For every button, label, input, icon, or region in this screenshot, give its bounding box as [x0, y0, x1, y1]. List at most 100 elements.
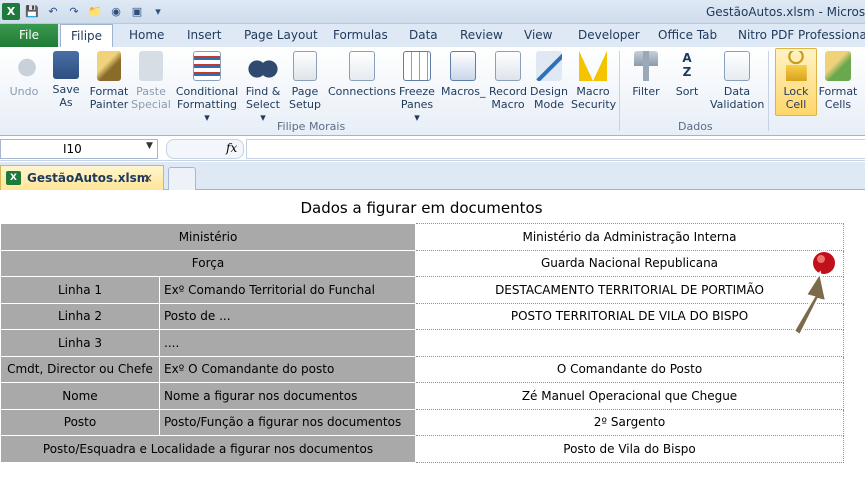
row-hint-cell[interactable]: Posto/Função a figurar nos documentos: [159, 408, 416, 436]
formula-input[interactable]: [246, 139, 865, 159]
page-setup-icon: [293, 51, 317, 81]
value-cell[interactable]: 2º Sargento: [415, 408, 844, 436]
window-title: GestãoAutos.xlsm - Microsoft: [706, 5, 865, 19]
quick-access-toolbar: X 💾 ↶ ↷ 📁 ◉ ▣ ▾: [2, 3, 167, 20]
connections-button[interactable]: Connections: [328, 51, 396, 98]
formula-bar: I10 ▼ fx: [0, 137, 865, 161]
sort-button[interactable]: AZ Sort: [670, 51, 704, 98]
group-label-dados: Dados: [678, 120, 713, 133]
row-label-cell[interactable]: Linha 3: [0, 329, 160, 357]
worksheet-area: Dados a figurar em documentos Ministério…: [0, 191, 865, 478]
ribbon-tabs: File Filipe Home Insert Page Layout Form…: [0, 24, 865, 48]
row-label-cell[interactable]: Linha 1: [0, 276, 160, 304]
row-label-cell[interactable]: Força: [0, 249, 416, 277]
folder-icon[interactable]: 📁: [86, 3, 104, 20]
name-box[interactable]: I10: [0, 139, 158, 159]
tab-filipe[interactable]: Filipe: [60, 24, 114, 48]
value-cell[interactable]: Zé Manuel Operacional que Chegue: [415, 382, 844, 410]
row-label-cell[interactable]: Ministério: [0, 223, 416, 251]
filter-button[interactable]: Filter: [626, 51, 666, 98]
data-validation-icon: [724, 51, 750, 81]
customize-qat-icon[interactable]: ▾: [149, 3, 167, 20]
format-cells-button[interactable]: Format Cells: [818, 51, 858, 111]
tab-developer[interactable]: Developer: [578, 24, 640, 47]
macros-button[interactable]: Macros_: [441, 51, 486, 98]
excel-file-icon: X: [6, 171, 21, 185]
undo-arrow-icon: [9, 51, 39, 81]
undo-icon[interactable]: ↶: [44, 3, 62, 20]
table-row: Força Guarda Nacional Republicana: [0, 249, 844, 277]
paste-special-button[interactable]: Paste Special: [131, 51, 171, 111]
value-cell[interactable]: POSTO TERRITORIAL DE VILA DO BISPO: [415, 302, 844, 330]
new-tab-button[interactable]: [168, 167, 196, 190]
row-label-cell[interactable]: Cmdt, Director ou Chefe: [0, 355, 160, 383]
title-bar: X 💾 ↶ ↷ 📁 ◉ ▣ ▾ GestãoAutos.xlsm - Micro…: [0, 0, 865, 24]
save-as-button[interactable]: Save As: [48, 51, 84, 109]
design-mode-button[interactable]: Design Mode: [530, 51, 568, 111]
tab-home[interactable]: Home: [129, 24, 164, 47]
format-painter-button[interactable]: Format Painter: [88, 51, 130, 111]
close-tab-icon[interactable]: ×: [143, 166, 153, 190]
lock-cell-button[interactable]: Lock Cell: [776, 51, 816, 111]
row-label-cell[interactable]: Posto: [0, 408, 160, 436]
tab-review[interactable]: Review: [460, 24, 503, 47]
tab-formulas[interactable]: Formulas: [333, 24, 388, 47]
clipboard-icon: [139, 51, 163, 81]
value-cell[interactable]: Posto de Vila do Bispo: [415, 435, 844, 463]
tab-nitro-pdf[interactable]: Nitro PDF Professional: [738, 24, 865, 47]
row-label-cell[interactable]: Nome: [0, 382, 160, 410]
macro-security-button[interactable]: Macro Security: [571, 51, 616, 111]
document-tab-label: GestãoAutos.xlsm: [27, 171, 150, 185]
row-hint-cell[interactable]: Exº Comando Territorial do Funchal: [159, 276, 416, 304]
table-row: Nome Nome a figurar nos documentos Zé Ma…: [0, 382, 844, 410]
tab-file[interactable]: File: [0, 24, 58, 47]
macros-icon: [450, 51, 476, 81]
row-label-cell[interactable]: Posto/Esquadra e Localidade a figurar no…: [0, 435, 416, 463]
freeze-panes-button[interactable]: Freeze Panes ▾: [398, 51, 436, 124]
record-macro-icon: [495, 51, 521, 81]
find-select-button[interactable]: Find & Select ▾: [242, 51, 284, 124]
document-tab-gestaoautos[interactable]: X GestãoAutos.xlsm ×: [0, 165, 164, 190]
tab-data[interactable]: Data: [409, 24, 438, 47]
print-icon[interactable]: ▣: [128, 3, 146, 20]
design-mode-icon: [536, 51, 562, 81]
table-row: Linha 1 Exº Comando Territorial do Funch…: [0, 276, 844, 304]
value-cell[interactable]: [415, 329, 844, 357]
ribbon: Undo Save As Format Painter Paste Special C…: [0, 47, 865, 136]
tab-view[interactable]: View: [524, 24, 552, 47]
value-cell[interactable]: Guarda Nacional Republicana: [415, 249, 844, 277]
conditional-formatting-button[interactable]: Conditional Formatting ▾: [175, 51, 239, 124]
row-hint-cell[interactable]: Posto de ...: [159, 302, 416, 330]
sort-az-icon: AZ: [682, 51, 692, 79]
record-macro-button[interactable]: Record Macro: [488, 51, 528, 111]
group-separator: [619, 51, 620, 131]
redo-icon[interactable]: ↷: [65, 3, 83, 20]
padlock-icon: [783, 51, 809, 81]
tab-insert[interactable]: Insert: [187, 24, 221, 47]
table-row: Ministério Ministério da Administração I…: [0, 223, 844, 251]
group-separator: [768, 51, 769, 131]
value-cell[interactable]: O Comandante do Posto: [415, 355, 844, 383]
row-hint-cell[interactable]: ....: [159, 329, 416, 357]
document-tabs-bar: X GestãoAutos.xlsm ×: [0, 162, 865, 190]
data-validation-button[interactable]: Data Validation: [710, 51, 764, 111]
name-box-dropdown-icon[interactable]: ▼: [146, 141, 153, 151]
connections-icon: [349, 51, 375, 81]
format-cells-icon: [825, 51, 851, 81]
row-hint-cell[interactable]: Exº O Comandante do posto: [159, 355, 416, 383]
excel-app-icon[interactable]: X: [2, 3, 20, 20]
undo-button[interactable]: Undo: [4, 51, 44, 98]
insert-function-icon[interactable]: fx: [226, 141, 237, 155]
row-label-cell[interactable]: Linha 2: [0, 302, 160, 330]
save-icon[interactable]: 💾: [23, 3, 41, 20]
value-cell[interactable]: DESTACAMENTO TERRITORIAL DE PORTIMÃO: [415, 276, 844, 304]
page-setup-button[interactable]: Page Setup: [288, 51, 322, 111]
data-table: Ministério Ministério da Administração I…: [0, 223, 844, 463]
preview-icon[interactable]: ◉: [107, 3, 125, 20]
tab-office-tab[interactable]: Office Tab: [658, 24, 717, 47]
binoculars-icon: [248, 51, 278, 81]
tab-page-layout[interactable]: Page Layout: [244, 24, 318, 47]
value-cell[interactable]: Ministério da Administração Interna: [415, 223, 844, 251]
save-as-icon: [53, 51, 79, 79]
row-hint-cell[interactable]: Nome a figurar nos documentos: [159, 382, 416, 410]
